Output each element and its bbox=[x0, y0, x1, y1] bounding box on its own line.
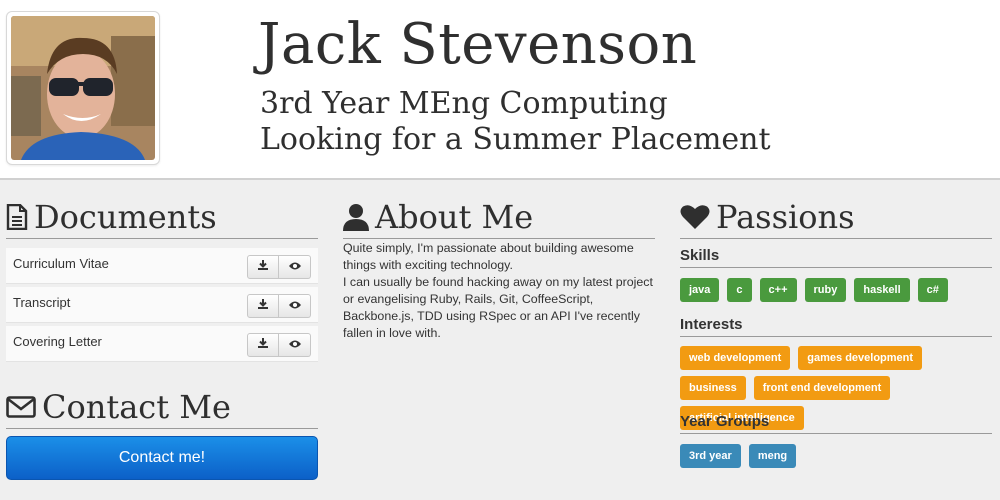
documents-title: Documents bbox=[34, 198, 217, 236]
download-button[interactable] bbox=[247, 294, 279, 318]
download-button[interactable] bbox=[247, 255, 279, 279]
document-row: Transcript bbox=[6, 287, 318, 323]
document-label: Covering Letter bbox=[13, 334, 102, 349]
document-row: Covering Letter bbox=[6, 326, 318, 362]
skill-tag[interactable]: ruby bbox=[804, 278, 847, 302]
about-heading: About Me bbox=[343, 198, 655, 239]
view-button[interactable] bbox=[279, 255, 311, 279]
download-icon bbox=[257, 336, 269, 354]
eye-icon bbox=[288, 258, 302, 276]
view-button[interactable] bbox=[279, 294, 311, 318]
download-icon bbox=[257, 258, 269, 276]
contact-button[interactable]: Contact me! bbox=[6, 436, 318, 480]
year-groups-heading: Year Groups bbox=[680, 413, 992, 434]
document-actions bbox=[247, 333, 311, 357]
passions-heading: Passions bbox=[680, 198, 992, 239]
interests-heading: Interests bbox=[680, 316, 992, 337]
document-label: Transcript bbox=[13, 295, 71, 310]
avatar bbox=[11, 16, 155, 160]
skill-tag[interactable]: c bbox=[727, 278, 752, 302]
document-actions bbox=[247, 294, 311, 318]
year-group-tag[interactable]: meng bbox=[748, 444, 797, 468]
passions-title: Passions bbox=[716, 198, 855, 236]
eye-icon bbox=[288, 336, 302, 354]
user-icon bbox=[343, 203, 369, 231]
download-button[interactable] bbox=[247, 333, 279, 357]
skills-tags: java c c++ ruby haskell c# bbox=[680, 278, 992, 302]
about-line: I can usually be found hacking away on m… bbox=[343, 275, 653, 289]
skills-heading: Skills bbox=[680, 247, 992, 268]
interest-tag[interactable]: web development bbox=[680, 346, 791, 370]
document-label: Curriculum Vitae bbox=[13, 256, 109, 271]
about-line: Backbone.js, TDD using RSpec or an API I… bbox=[343, 309, 640, 323]
document-actions bbox=[247, 255, 311, 279]
profile-header: Jack Stevenson 3rd Year MEng Computing L… bbox=[0, 0, 1000, 180]
heart-icon bbox=[680, 204, 710, 230]
avatar-frame bbox=[6, 11, 160, 165]
file-icon bbox=[6, 204, 28, 230]
skill-tag[interactable]: haskell bbox=[854, 278, 910, 302]
profile-name: Jack Stevenson bbox=[258, 12, 698, 77]
interest-tag[interactable]: games development bbox=[798, 346, 923, 370]
eye-icon bbox=[288, 297, 302, 315]
documents-heading: Documents bbox=[6, 198, 318, 239]
year-group-tag[interactable]: 3rd year bbox=[680, 444, 741, 468]
skill-tag[interactable]: java bbox=[680, 278, 720, 302]
skill-tag[interactable]: c++ bbox=[759, 278, 797, 302]
skill-tag[interactable]: c# bbox=[917, 278, 948, 302]
about-line: or evangelising Ruby, Rails, Git, Coffee… bbox=[343, 292, 594, 306]
about-text: Quite simply, I'm passionate about build… bbox=[343, 240, 653, 342]
view-button[interactable] bbox=[279, 333, 311, 357]
contact-title: Contact Me bbox=[42, 388, 231, 426]
profile-subtitle-line2: Looking for a Summer Placement bbox=[260, 122, 771, 157]
year-groups-tags: 3rd year meng bbox=[680, 444, 992, 468]
about-line: things with exciting technology. bbox=[343, 258, 513, 272]
about-line: Quite simply, I'm passionate about build… bbox=[343, 241, 634, 255]
interest-tag[interactable]: business bbox=[680, 376, 746, 400]
about-line: fallen in love with. bbox=[343, 326, 441, 340]
download-icon bbox=[257, 297, 269, 315]
interest-tag[interactable]: front end development bbox=[753, 376, 891, 400]
about-title: About Me bbox=[375, 198, 534, 236]
document-row: Curriculum Vitae bbox=[6, 248, 318, 284]
envelope-icon bbox=[6, 396, 36, 418]
contact-heading: Contact Me bbox=[6, 388, 318, 429]
profile-subtitle-line1: 3rd Year MEng Computing bbox=[260, 86, 668, 121]
